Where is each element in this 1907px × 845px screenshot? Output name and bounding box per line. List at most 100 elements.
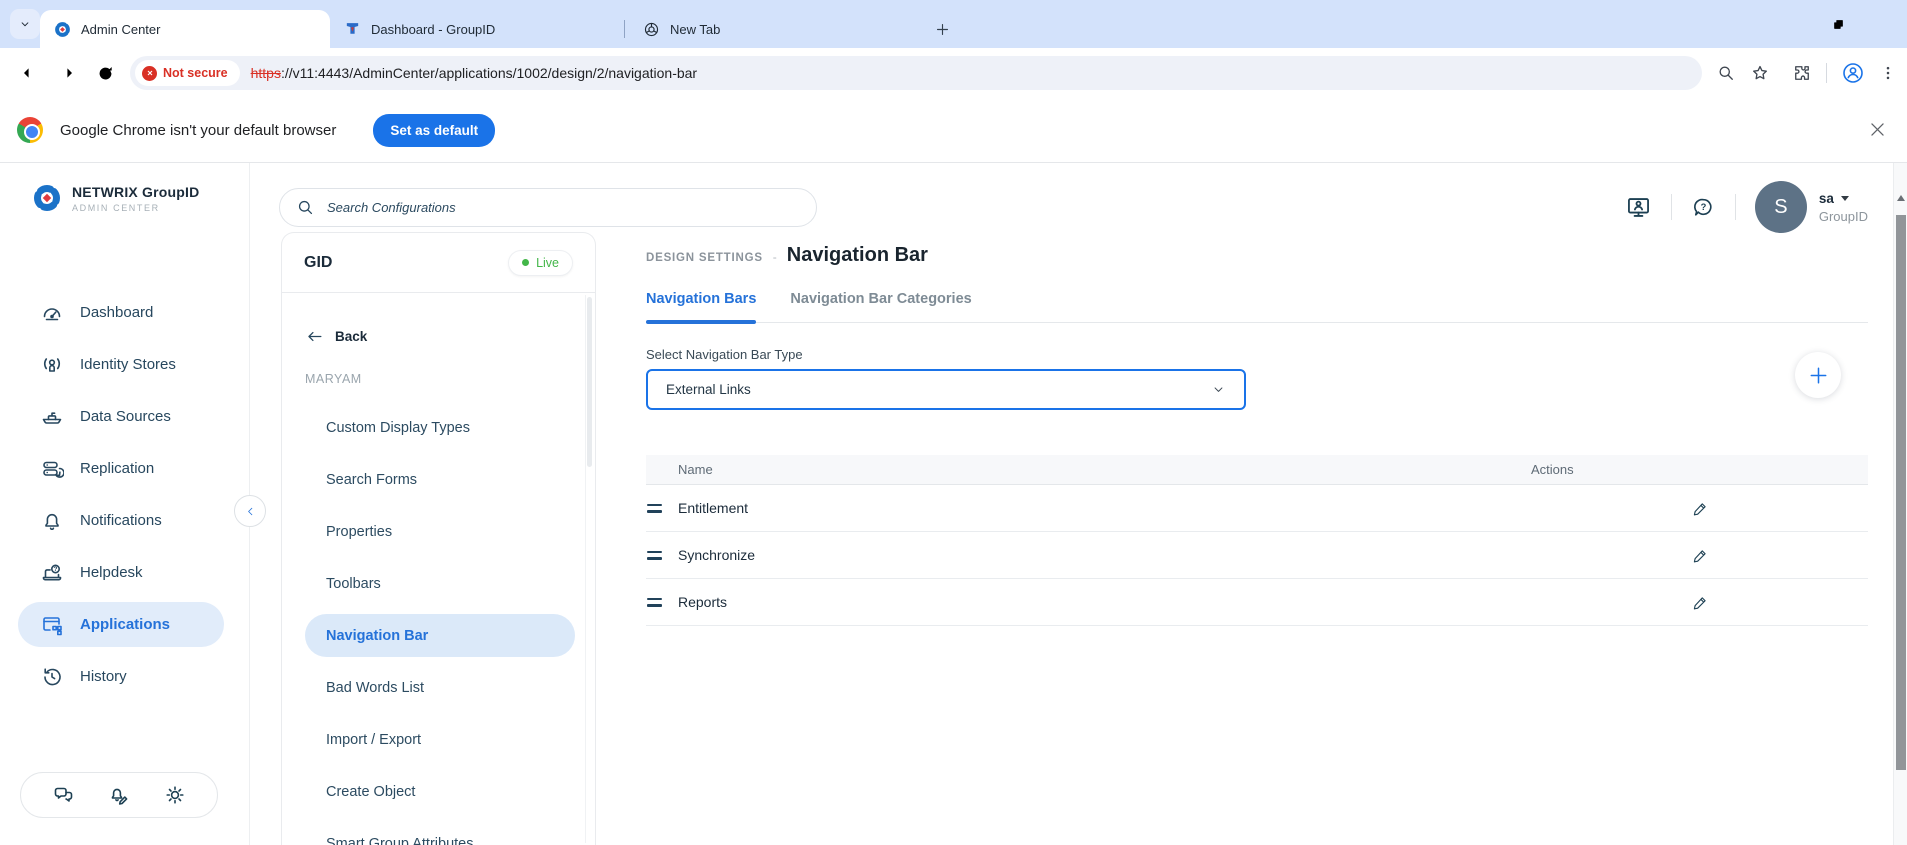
sidebar-item-label: Dashboard	[80, 304, 154, 321]
new-tab-button[interactable]	[929, 16, 955, 42]
panel-title: GID	[304, 253, 333, 271]
sidebar-nav: Dashboard Identity Stores Data Sources R…	[0, 290, 249, 706]
edit-pencil-icon[interactable]	[1533, 547, 1868, 564]
navbar-type-label: Select Navigation Bar Type	[646, 347, 803, 362]
tab-close-icon[interactable]	[889, 18, 911, 40]
window-controls	[1769, 0, 1907, 48]
chevron-down-icon	[1211, 382, 1226, 397]
settings-gear-icon[interactable]	[163, 783, 187, 807]
tab-separator	[624, 20, 625, 38]
not-secure-chip[interactable]: Not secure	[135, 60, 240, 86]
page-scrollbar[interactable]	[1893, 163, 1907, 845]
replication-icon	[40, 457, 64, 481]
sidebar-item-history[interactable]: History	[18, 654, 224, 699]
tab-navigation-bar-categories[interactable]: Navigation Bar Categories	[790, 291, 971, 322]
edit-pencil-icon[interactable]	[1533, 500, 1868, 517]
set-as-default-button[interactable]: Set as default	[373, 113, 496, 147]
reload-icon[interactable]	[86, 54, 124, 92]
add-navigation-bar-button[interactable]	[1795, 352, 1841, 398]
not-secure-icon	[142, 65, 157, 81]
menu-item-search-forms[interactable]: Search Forms	[305, 458, 575, 501]
table-row: Reports	[646, 579, 1868, 626]
browser-toolbar: Not secure https://v11:4443/AdminCenter/…	[0, 48, 1907, 98]
history-icon	[40, 665, 64, 689]
bookmark-star-icon[interactable]	[1750, 63, 1770, 83]
tab-close-icon[interactable]	[300, 18, 322, 40]
menu-item-custom-display-types[interactable]: Custom Display Types	[305, 406, 575, 449]
menu-item-import-export[interactable]: Import / Export	[305, 718, 575, 761]
menu-item-label: Toolbars	[326, 575, 381, 592]
menu-item-navigation-bar[interactable]: Navigation Bar	[305, 614, 575, 657]
tab-search-button[interactable]	[10, 9, 40, 39]
menu-item-properties[interactable]: Properties	[305, 510, 575, 553]
sidebar-item-identity-stores[interactable]: Identity Stores	[18, 342, 224, 387]
applications-icon	[40, 613, 64, 637]
sidebar-item-applications[interactable]: Applications	[18, 602, 224, 647]
menu-item-label: Search Forms	[326, 471, 418, 488]
sidebar-item-label: History	[80, 668, 127, 685]
menu-item-bad-words-list[interactable]: Bad Words List	[305, 666, 575, 709]
toolbar-divider	[1826, 63, 1827, 83]
drag-handle-icon[interactable]	[647, 503, 662, 513]
helpdesk-icon: ?	[40, 561, 64, 585]
window-restore-icon[interactable]	[1815, 0, 1861, 48]
tab-new-tab[interactable]: New Tab	[629, 10, 919, 48]
chevron-left-icon	[244, 505, 257, 518]
back-link[interactable]: Back	[305, 327, 367, 346]
menu-item-create-object[interactable]: Create Object	[305, 770, 575, 813]
navigation-bars-table: Name Actions Entitlement Synchronize Rep…	[646, 455, 1868, 626]
forward-icon[interactable]	[48, 54, 86, 92]
zoom-icon[interactable]	[1716, 63, 1736, 83]
drag-handle-icon[interactable]	[647, 597, 662, 607]
breadcrumb-separator: -	[772, 250, 777, 264]
banner-close-icon[interactable]	[1868, 120, 1887, 139]
column-header-actions: Actions	[1531, 462, 1574, 477]
menu-item-smart-group-attributes[interactable]: Smart Group Attributes	[305, 822, 575, 845]
url-scheme: https	[250, 65, 281, 81]
menu-item-label: Navigation Bar	[326, 627, 429, 644]
sidebar-item-helpdesk[interactable]: ? Helpdesk	[18, 550, 224, 595]
address-bar[interactable]: Not secure https://v11:4443/AdminCenter/…	[130, 56, 1702, 90]
menu-item-toolbars[interactable]: Toolbars	[305, 562, 575, 605]
sidebar-item-notifications[interactable]: Notifications	[18, 498, 224, 543]
browser-menu-icon[interactable]	[1879, 64, 1897, 82]
drag-handle-icon[interactable]	[647, 550, 662, 560]
sidebar-item-label: Notifications	[80, 512, 162, 529]
feedback-chat-icon[interactable]	[51, 783, 75, 807]
panel-scrollbar[interactable]	[585, 295, 593, 843]
tab-admin-center[interactable]: Admin Center	[40, 10, 330, 48]
extensions-icon[interactable]	[1792, 63, 1812, 83]
content-tabs: Navigation Bars Navigation Bar Categorie…	[646, 291, 1868, 324]
edit-pencil-icon[interactable]	[1533, 594, 1868, 611]
sidebar-item-data-sources[interactable]: Data Sources	[18, 394, 224, 439]
chrome-logo-icon	[17, 117, 43, 143]
table-header-row: Name Actions	[646, 455, 1868, 485]
page-title: Navigation Bar	[786, 244, 928, 266]
window-minimize-icon[interactable]	[1769, 0, 1815, 48]
scroll-up-icon[interactable]	[1897, 195, 1905, 201]
notification-settings-icon[interactable]	[107, 783, 131, 807]
admin-center-app: NETWRIX GroupID ADMIN CENTER Dashboard I…	[0, 163, 1907, 845]
panel-collapse-button[interactable]	[234, 495, 266, 527]
groupid-favicon	[54, 21, 71, 38]
tab-title: Admin Center	[81, 21, 161, 37]
profile-avatar-icon[interactable]	[1841, 61, 1865, 85]
tab-close-icon[interactable]	[590, 18, 612, 40]
panel-scrollbar-thumb[interactable]	[587, 297, 592, 467]
sidebar-item-dashboard[interactable]: Dashboard	[18, 290, 224, 335]
browser-titlebar: Admin Center Dashboard - GroupID New Tab	[0, 0, 1907, 48]
scrollbar-thumb[interactable]	[1896, 215, 1906, 770]
url-rest: ://v11:4443/AdminCenter/applications/100…	[280, 65, 698, 81]
window-close-icon[interactable]	[1861, 0, 1907, 48]
sidebar-utility-bar	[20, 772, 218, 818]
sidebar-item-replication[interactable]: Replication	[18, 446, 224, 491]
tab-dashboard-groupid[interactable]: Dashboard - GroupID	[330, 10, 620, 48]
url-text[interactable]: https://v11:4443/AdminCenter/application…	[251, 65, 697, 81]
menu-item-label: Bad Words List	[326, 679, 425, 696]
tab-navigation-bars[interactable]: Navigation Bars	[646, 291, 757, 324]
brand-name: NETWRIX GroupID	[72, 183, 200, 200]
back-label: Back	[335, 329, 368, 344]
navbar-type-select[interactable]: External Links	[646, 369, 1246, 410]
brand-subtitle: ADMIN CENTER	[72, 202, 160, 213]
back-icon[interactable]	[10, 54, 48, 92]
